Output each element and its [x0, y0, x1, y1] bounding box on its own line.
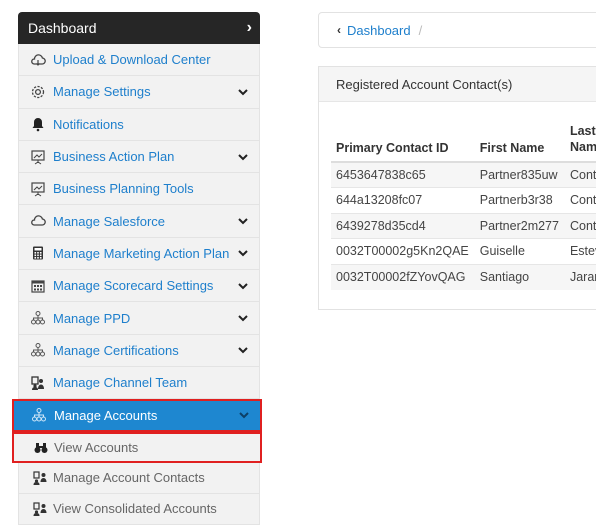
sidebar-header-label: Dashboard — [28, 20, 97, 36]
sidebar-item-business-action-plan[interactable]: Business Action Plan — [18, 140, 260, 174]
cell-first-name: Partner835uw — [474, 161, 565, 188]
contacts-icon — [31, 469, 49, 487]
chevron-left-icon: ‹ — [337, 23, 341, 37]
sidebar-item-label: Business Planning Tools — [53, 181, 194, 197]
cloud-icon — [29, 51, 47, 69]
subitem-label: View Accounts — [54, 439, 139, 455]
cell-last-name: Jaram — [564, 263, 596, 290]
breadcrumb-separator: / — [418, 22, 423, 38]
presentation-icon — [29, 148, 47, 166]
chevron-down-icon — [237, 280, 249, 292]
cell-first-name: Santiago — [474, 263, 565, 290]
presentation-icon — [29, 180, 47, 198]
subitem-manage-account-contacts[interactable]: Manage Account Contacts — [18, 462, 260, 494]
sidebar-item-business-planning-tools[interactable]: Business Planning Tools — [18, 173, 260, 206]
sidebar-item-label: Manage Certifications — [53, 342, 179, 358]
table-row[interactable]: 644a13208fc07 Partnerb3r38 Conta — [331, 187, 596, 213]
chevron-down-icon — [237, 151, 249, 163]
cell-last-name: Esteve — [564, 238, 596, 264]
sidebar-item-manage-ppd[interactable]: Manage PPD — [18, 302, 260, 335]
sidebar-item-label: Manage PPD — [53, 310, 131, 326]
org-chart-icon — [30, 406, 48, 424]
sidebar-header-dashboard[interactable]: Dashboard › — [18, 12, 260, 44]
sidebar-item-manage-accounts[interactable]: Manage Accounts — [12, 399, 262, 432]
sidebar-item-manage-settings[interactable]: Manage Settings — [18, 76, 260, 109]
breadcrumb-dashboard-link[interactable]: Dashboard — [347, 23, 411, 38]
sidebar-item-label: Manage Channel Team — [53, 375, 188, 391]
subitem-label: Manage Account Contacts — [53, 470, 205, 486]
table-row[interactable]: 0032T00002fZYovQAG Santiago Jaram — [331, 263, 596, 290]
cell-contact-id: 6453647838c65 — [331, 161, 475, 188]
cell-contact-id: 0032T00002g5Kn2QAE — [331, 238, 475, 264]
sidebar-item-manage-channel-team[interactable]: Manage Channel Team — [18, 366, 260, 400]
cell-first-name: Partner2m277 — [474, 212, 565, 239]
cell-last-name: Conta — [564, 212, 596, 239]
subitem-view-consolidated-accounts[interactable]: View Consolidated Accounts — [18, 493, 260, 525]
cell-first-name: Guiselle — [474, 238, 565, 264]
subitem-view-accounts[interactable]: View Accounts — [12, 431, 262, 463]
cell-last-name: Conta — [564, 161, 596, 188]
table-row[interactable]: 0032T00002g5Kn2QAE Guiselle Esteve — [331, 238, 596, 264]
org-chart-icon — [29, 309, 47, 327]
team-icon — [29, 374, 47, 392]
sidebar-item-label: Upload & Download Center — [53, 52, 211, 68]
sidebar-item-label: Manage Accounts — [54, 407, 158, 423]
cell-contact-id: 6439278d35cd4 — [331, 212, 475, 239]
chevron-down-icon — [237, 312, 249, 324]
sidebar-item-manage-scorecard-settings[interactable]: Manage Scorecard Settings — [18, 270, 260, 303]
table-row[interactable]: 6439278d35cd4 Partner2m277 Conta — [331, 212, 596, 239]
sidebar-item-manage-certifications[interactable]: Manage Certifications — [18, 334, 260, 367]
chevron-right-icon: › — [246, 19, 252, 36]
column-header-label: Last Name — [569, 124, 596, 154]
sidebar-item-label: Manage Settings — [53, 84, 151, 100]
contacts-icon — [31, 500, 49, 518]
column-header-last-name[interactable]: Last Name — [564, 120, 596, 163]
subitem-label: View Consolidated Accounts — [53, 501, 217, 517]
sidebar-item-label: Manage Marketing Action Plan — [53, 245, 230, 261]
chevron-down-icon — [237, 86, 249, 98]
cell-first-name: Partnerb3r38 — [474, 187, 565, 213]
binoculars-icon — [32, 438, 50, 456]
org-chart-icon — [29, 341, 47, 359]
cell-contact-id: 0032T00002fZYovQAG — [331, 263, 475, 290]
column-header-first-name[interactable]: First Name — [474, 120, 565, 163]
cell-last-name: Conta — [564, 187, 596, 213]
contacts-panel: Registered Account Contact(s) Primary Co… — [318, 66, 596, 310]
table-row[interactable]: 6453647838c65 Partner835uw Conta — [331, 161, 596, 188]
sidebar-item-label: Manage Salesforce — [53, 213, 166, 229]
chevron-down-icon — [237, 344, 249, 356]
calendar-icon — [29, 277, 47, 295]
sidebar-item-manage-marketing-action-plan[interactable]: Manage Marketing Action Plan — [18, 237, 260, 271]
breadcrumb: ‹ Dashboard / — [318, 12, 596, 48]
sidebar-item-notifications[interactable]: Notifications — [18, 108, 260, 141]
calculator-icon — [29, 244, 47, 262]
sidebar-item-manage-salesforce[interactable]: Manage Salesforce — [18, 205, 260, 238]
sidebar: Dashboard › Upload & Download Center Man… — [12, 12, 262, 532]
chevron-down-icon — [237, 247, 249, 259]
chevron-down-icon — [237, 215, 249, 227]
sidebar-item-upload-download[interactable]: Upload & Download Center — [18, 44, 260, 77]
column-header-primary-contact-id[interactable]: Primary Contact ID — [331, 120, 475, 163]
sidebar-item-label: Manage Scorecard Settings — [53, 278, 214, 294]
bell-icon — [29, 115, 47, 133]
cell-contact-id: 644a13208fc07 — [331, 187, 475, 213]
cloud-icon — [29, 212, 47, 230]
sidebar-item-label: Notifications — [53, 116, 124, 132]
panel-title: Registered Account Contact(s) — [319, 67, 596, 102]
chevron-down-icon — [238, 409, 250, 421]
contacts-table: Primary Contact ID First Name Last Name … — [331, 120, 596, 290]
sidebar-item-label: Business Action Plan — [53, 149, 175, 165]
gear-icon — [29, 83, 47, 101]
